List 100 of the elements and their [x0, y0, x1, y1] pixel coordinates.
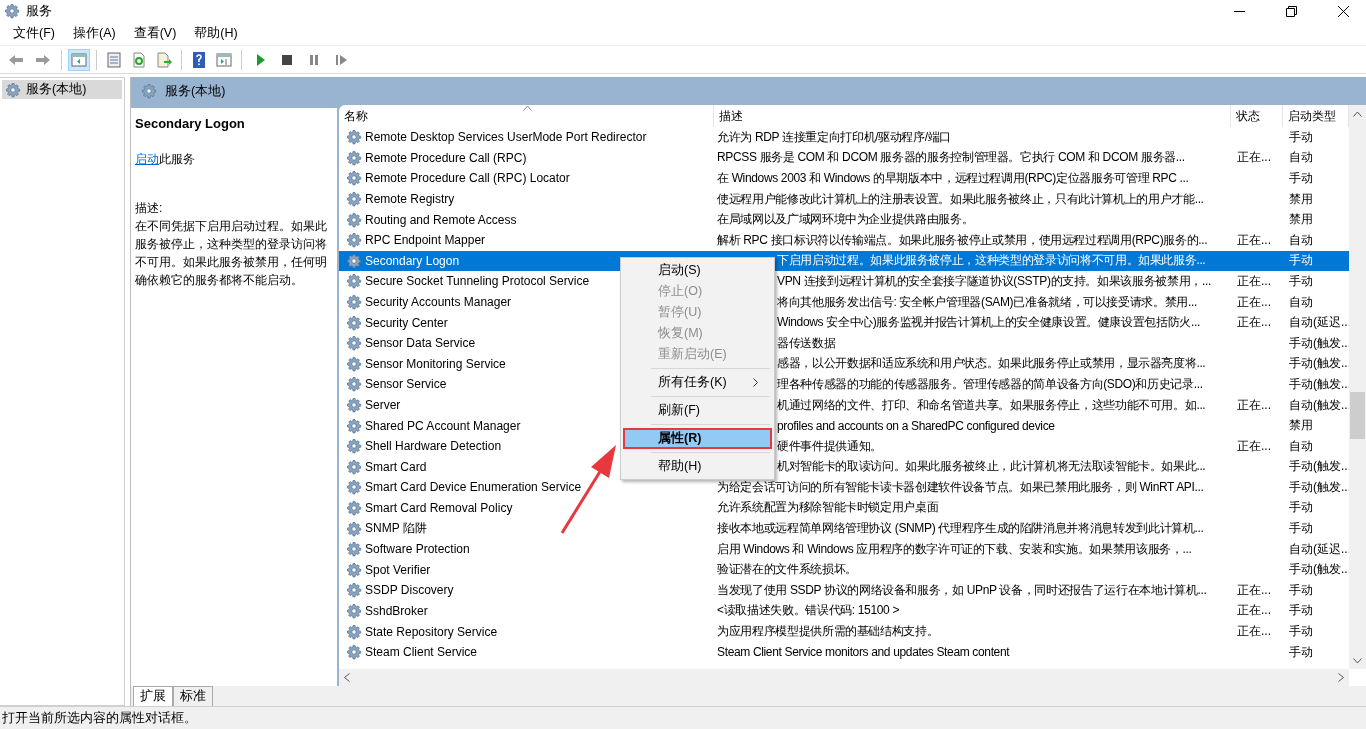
- scroll-left-icon[interactable]: [344, 673, 350, 682]
- startup-type-cell: 自动: [1289, 232, 1313, 247]
- startup-type-cell: 手动: [1289, 500, 1313, 515]
- close-icon[interactable]: [1337, 5, 1349, 17]
- service-name-cell: Smart Card Device Enumeration Service: [365, 480, 582, 495]
- column-header[interactable]: 描述: [714, 105, 1231, 127]
- status-cell: 正在...: [1237, 294, 1271, 309]
- description-cell: 硬件事件提供通知。: [777, 438, 882, 453]
- service-icon: [346, 602, 362, 619]
- startup-type-cell: 自动(触发...: [1289, 397, 1349, 412]
- status-cell: 正在...: [1237, 315, 1271, 330]
- description-cell: 理各种传感器的功能的传感器服务。管理传感器的简单设备方向(SDO)和历史记录...: [777, 376, 1203, 391]
- startup-type-cell: 自动(延迟...: [1289, 315, 1349, 330]
- column-header[interactable]: 名称: [339, 105, 714, 127]
- start-link[interactable]: 启动: [135, 152, 159, 166]
- service-icon: [346, 500, 362, 516]
- status-cell: 正在...: [1237, 603, 1271, 618]
- service-icon: [346, 376, 362, 393]
- description-cell: RPCSS 服务是 COM 和 DCOM 服务器的服务控制管理器。它执行 COM 和 DCOM 服务器...: [717, 150, 1185, 165]
- startup-type-cell: 手动: [1289, 582, 1313, 597]
- description-cell: 允许为 RDP 连接重定向打印机/驱动程序/端口: [717, 129, 952, 144]
- description-cell: Windows 安全中心)服务监视并报告计算机上的安全健康设置。健康设置包括防火...: [777, 315, 1200, 330]
- status-bar: 打开当前所选内容的属性对话框。: [0, 706, 1366, 729]
- view-tab[interactable]: 标准: [173, 686, 213, 706]
- menu-item[interactable]: 启动(S): [623, 260, 772, 281]
- service-icon: [346, 644, 362, 661]
- tree-item[interactable]: 服务(本地): [2, 80, 122, 99]
- service-icon: [346, 623, 362, 640]
- description-text: 在不同凭据下启用启动过程。如果此服务被停止，这种类型的登录访问将不可用。如果此服务被禁用，任何明确依赖它的服务都将不能启动。: [135, 218, 328, 289]
- service-icon: [346, 582, 362, 599]
- description-cell: 感器，以公开数据和适应系统和用户状态。如果此服务停止或禁用，显示器亮度将...: [777, 356, 1206, 371]
- column-header[interactable]: 状态: [1231, 105, 1283, 127]
- description-cell: 接收本地或远程简单网络管理协议 (SNMP) 代理程序生成的陷阱消息并将消息转发到此计算机...: [717, 521, 1204, 536]
- startup-type-cell: 自动: [1289, 438, 1313, 453]
- service-icon: [346, 335, 362, 352]
- console-tree-button[interactable]: [68, 48, 90, 71]
- menu-item[interactable]: 操作(A): [63, 25, 125, 42]
- menu-item[interactable]: 属性(R): [623, 428, 772, 449]
- menu-item[interactable]: 文件(F): [4, 25, 64, 42]
- description-cell: 启用 Windows 和 Windows 应用程序的数字许可证的下载、安装和实施。如果禁用该服务，...: [717, 541, 1192, 556]
- service-icon: [346, 211, 362, 228]
- app-icon: [4, 3, 20, 19]
- service-icon: [346, 294, 362, 311]
- startup-type-cell: 手动(触发...: [1289, 356, 1349, 371]
- service-name-cell: Secure Socket Tunneling Protocol Service: [365, 274, 590, 289]
- service-name: Secondary Logon: [135, 116, 246, 131]
- service-name-cell: RPC Endpoint Mapper: [365, 233, 486, 248]
- description-cell: 验证潜在的文件系统损坏。: [717, 562, 857, 577]
- restore-icon[interactable]: [1285, 5, 1297, 17]
- service-name-cell: Sensor Service: [365, 377, 447, 392]
- description-cell: 器传送数据: [777, 335, 836, 350]
- startup-type-cell: 自动: [1289, 294, 1313, 309]
- service-name-cell: Software Protection: [365, 542, 470, 557]
- service-name-cell: Security Center: [365, 315, 448, 330]
- status-cell: 正在...: [1237, 438, 1271, 453]
- menu-item[interactable]: 帮助(H): [623, 456, 772, 477]
- window-title: 服务: [26, 2, 53, 20]
- scroll-right-icon[interactable]: [1338, 673, 1344, 682]
- startup-type-cell: 手动(触发...: [1289, 335, 1349, 350]
- startup-type-cell: 禁用: [1289, 212, 1313, 227]
- service-icon: [346, 561, 362, 578]
- service-icon: [346, 458, 362, 475]
- sort-caret-icon: [523, 105, 532, 111]
- service-name-cell: Security Accounts Manager: [365, 295, 512, 310]
- service-icon: [346, 273, 362, 290]
- status-cell: 正在...: [1237, 273, 1271, 288]
- service-name-cell: Spot Verifier: [365, 562, 431, 577]
- service-icon: [346, 191, 362, 208]
- startup-type-cell: 手动: [1289, 253, 1313, 268]
- status-cell: 正在...: [1237, 624, 1271, 639]
- startup-type-cell: 手动(触发...: [1289, 376, 1349, 391]
- panel-title: 服务(本地): [165, 82, 226, 100]
- description-cell: 为给定会话可访问的所有智能卡读卡器创建软件设备节点。如果已禁用此服务，则 WinRT API...: [717, 479, 1204, 494]
- scroll-down-icon[interactable]: [1353, 657, 1362, 664]
- status-cell: 正在...: [1237, 397, 1271, 412]
- service-name-cell: Smart Card: [365, 459, 427, 474]
- startup-type-cell: 手动(触发...: [1289, 459, 1349, 474]
- startup-type-cell: 手动: [1289, 644, 1313, 659]
- description-cell: 允许系统配置为移除智能卡时锁定用户桌面: [717, 500, 939, 515]
- service-name-cell: Routing and Remote Access: [365, 212, 517, 227]
- status-cell: 正在...: [1237, 150, 1271, 165]
- scrollbar-thumb[interactable]: [1350, 392, 1365, 439]
- startup-type-cell: 手动(触发...: [1289, 479, 1349, 494]
- startup-type-cell: 自动(延迟...: [1289, 541, 1349, 556]
- description-cell: profiles and accounts on a SharedPC configured device: [777, 418, 1055, 433]
- menu-item[interactable]: 帮助(H): [185, 25, 247, 42]
- startup-type-cell: 禁用: [1289, 191, 1313, 206]
- service-name-cell: Remote Procedure Call (RPC) Locator: [365, 171, 570, 186]
- menu-item[interactable]: 查看(V): [124, 25, 186, 42]
- service-name-cell: Shared PC Account Manager: [365, 418, 521, 433]
- status-cell: 正在...: [1237, 582, 1271, 597]
- service-icon: [346, 397, 362, 413]
- view-tab[interactable]: 扩展: [133, 686, 173, 706]
- scroll-up-icon[interactable]: [1353, 110, 1362, 117]
- startup-type-cell: 手动: [1289, 624, 1313, 639]
- service-name-cell: SshdBroker: [365, 603, 428, 618]
- service-icon: [346, 314, 362, 331]
- service-name-cell: SSDP Discovery: [365, 583, 454, 598]
- menu-item[interactable]: 所有任务(K): [623, 372, 772, 393]
- menu-item[interactable]: 刷新(F): [623, 400, 772, 421]
